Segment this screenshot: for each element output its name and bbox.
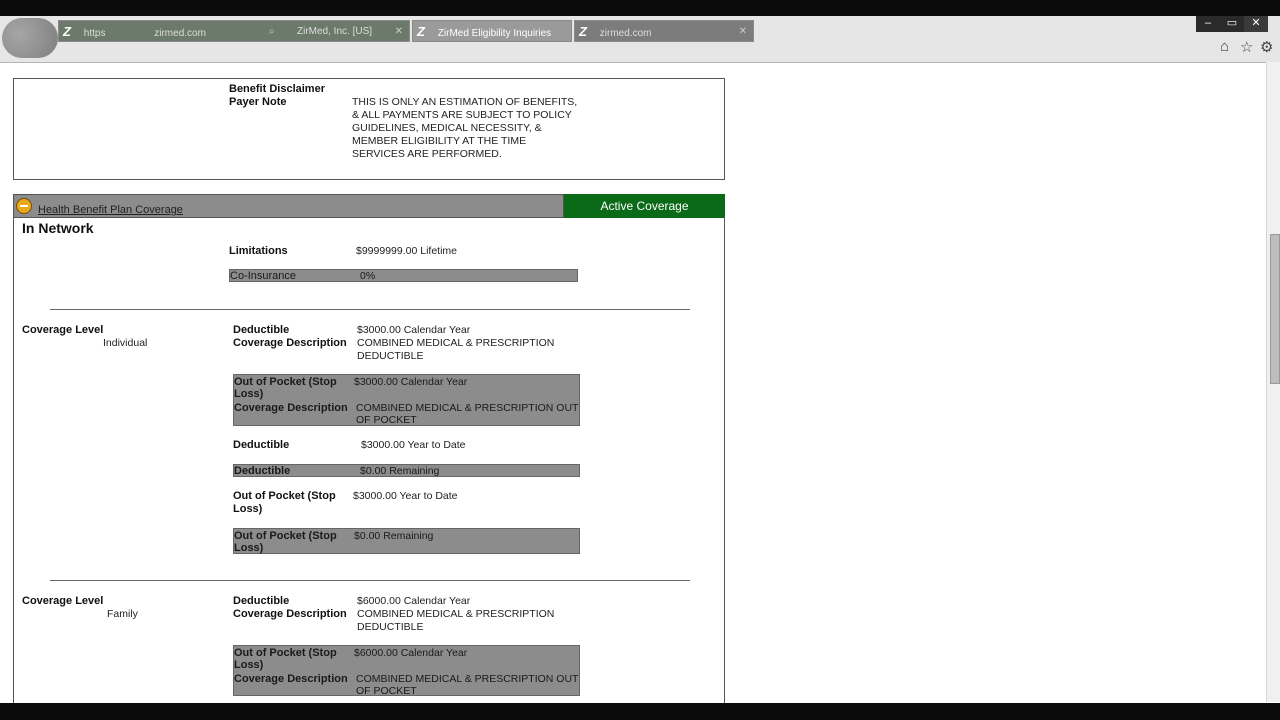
vertical-scrollbar[interactable] — [1266, 62, 1280, 702]
tab1-title[interactable]: ZirMed, Inc. [US] — [297, 21, 372, 43]
payer-note-label: Payer Note — [229, 96, 287, 108]
payer-note-line: GUIDELINES, MEDICAL NECESSITY, & — [352, 122, 542, 134]
plan-coverage-title[interactable]: Health Benefit Plan Coverage — [38, 204, 183, 216]
coverage-level-label: Coverage Level — [22, 595, 104, 607]
coverage-description-line: DEDUCTIBLE — [357, 350, 424, 362]
remaining-oop-row: Out of Pocket (Stop Loss) $0.00 Remainin… — [233, 528, 580, 554]
oop-label: Out of Pocket (Stop — [234, 376, 337, 388]
ytd-oop-label-cont: Loss) — [233, 503, 263, 515]
tab3-title[interactable]: zirmed.com — [600, 28, 652, 39]
address-url[interactable]: https — [84, 28, 106, 39]
screen-bottom-bar — [0, 703, 1280, 720]
coverage-level-label: Coverage Level — [22, 324, 104, 336]
divider — [50, 580, 690, 581]
coverage-description-line: COMBINED MEDICAL & PRESCRIPTION — [357, 337, 555, 349]
coverage-level-value: Family — [107, 608, 138, 620]
oop-description-line: OF POCKET — [356, 685, 417, 697]
payer-note-line: MEMBER ELIGIBILITY AT THE TIME — [352, 135, 527, 147]
oop-value: $3000.00 Calendar Year — [354, 376, 468, 388]
payer-note-line: THIS IS ONLY AN ESTIMATION OF BENEFITS, — [352, 96, 578, 108]
deductible-label: Deductible — [233, 324, 290, 336]
search-icon[interactable]: ⌕ — [269, 21, 275, 43]
remaining-oop-label: Out of Pocket (Stop — [234, 530, 337, 542]
home-icon[interactable]: ⌂ — [1220, 38, 1229, 55]
zirmed-logo-icon: Z — [579, 24, 587, 39]
coinsurance-row: Co-Insurance 0% — [229, 269, 578, 282]
close-tab-icon[interactable]: ✕ — [395, 21, 403, 43]
oop-label: Out of Pocket (Stop — [234, 647, 337, 659]
screen-top-bar — [0, 0, 1280, 16]
oop-block: Out of Pocket (Stop Loss) $3000.00 Calen… — [233, 374, 580, 426]
divider — [50, 309, 690, 310]
limitations-value: $9999999.00 Lifetime — [356, 245, 457, 257]
remaining-oop-value: $0.00 Remaining — [354, 530, 434, 542]
oop-value: $6000.00 Calendar Year — [354, 647, 468, 659]
oop-label-cont: Loss) — [234, 388, 264, 400]
coverage-level-value: Individual — [103, 337, 148, 349]
tab2-title[interactable]: ZirMed Eligibility Inquiries — [438, 28, 551, 39]
gear-icon[interactable]: ⚙ — [1260, 38, 1273, 56]
remaining-deductible-row: Deductible $0.00 Remaining — [233, 464, 580, 477]
health-benefit-plan-header[interactable]: Health Benefit Plan Coverage — [13, 194, 564, 218]
coinsurance-label: Co-Insurance — [230, 270, 297, 282]
coinsurance-value: 0% — [360, 270, 376, 282]
oop-description-label: Coverage Description — [234, 402, 348, 414]
coverage-description-label: Coverage Description — [233, 608, 347, 620]
deductible-label: Deductible — [233, 595, 290, 607]
coverage-description-label: Coverage Description — [233, 337, 347, 349]
ytd-oop-value: $3000.00 Year to Date — [353, 490, 458, 502]
close-window-button[interactable]: ✕ — [1244, 16, 1268, 32]
coverage-description-line: COMBINED MEDICAL & PRESCRIPTION — [357, 608, 555, 620]
star-icon[interactable]: ☆ — [1240, 38, 1253, 56]
payer-note-line: SERVICES ARE PERFORMED. — [352, 148, 502, 160]
payer-note-line: & ALL PAYMENTS ARE SUBJECT TO POLICY — [352, 109, 572, 121]
coverage-description-line: DEDUCTIBLE — [357, 621, 424, 633]
oop-block: Out of Pocket (Stop Loss) $6000.00 Calen… — [233, 645, 580, 697]
zirmed-logo-icon: Z — [63, 24, 71, 39]
minimize-button[interactable]: – — [1196, 16, 1220, 32]
tab-zirmed-address[interactable]: Z https zirmed.com ⌕ ZirMed, Inc. [US] ✕ — [58, 20, 410, 42]
coverage-details-panel — [13, 218, 725, 708]
limitations-label: Limitations — [229, 245, 288, 257]
maximize-button[interactable]: ▭ — [1220, 16, 1244, 32]
address-host[interactable]: zirmed.com — [154, 28, 206, 39]
network-heading: In Network — [22, 220, 94, 236]
ytd-deductible-label: Deductible — [233, 439, 290, 451]
close-tab-icon[interactable]: ✕ — [739, 21, 747, 43]
tab-zirmed[interactable]: Z zirmed.com ✕ — [574, 20, 754, 42]
ytd-deductible-value: $3000.00 Year to Date — [361, 439, 466, 451]
deductible-value: $6000.00 Calendar Year — [357, 595, 471, 607]
ytd-oop-label: Out of Pocket (Stop — [233, 490, 336, 502]
tab-eligibility-inquiries[interactable]: Z ZirMed Eligibility Inquiries — [412, 20, 572, 42]
scrollbar-thumb[interactable] — [1270, 234, 1280, 384]
status-badge: Active Coverage — [564, 194, 725, 218]
oop-label-cont: Loss) — [234, 659, 264, 671]
remaining-deductible-label: Deductible — [234, 465, 291, 477]
deductible-value: $3000.00 Calendar Year — [357, 324, 471, 336]
disclaimer-title: Benefit Disclaimer — [229, 83, 325, 95]
remaining-oop-label-cont: Loss) — [234, 542, 264, 554]
browser-globe-icon[interactable] — [2, 18, 58, 58]
collapse-icon[interactable] — [16, 198, 32, 214]
remaining-deductible-value: $0.00 Remaining — [360, 465, 440, 477]
oop-description-line: OF POCKET — [356, 414, 417, 426]
oop-description-label: Coverage Description — [234, 673, 348, 685]
zirmed-logo-icon: Z — [417, 24, 425, 39]
